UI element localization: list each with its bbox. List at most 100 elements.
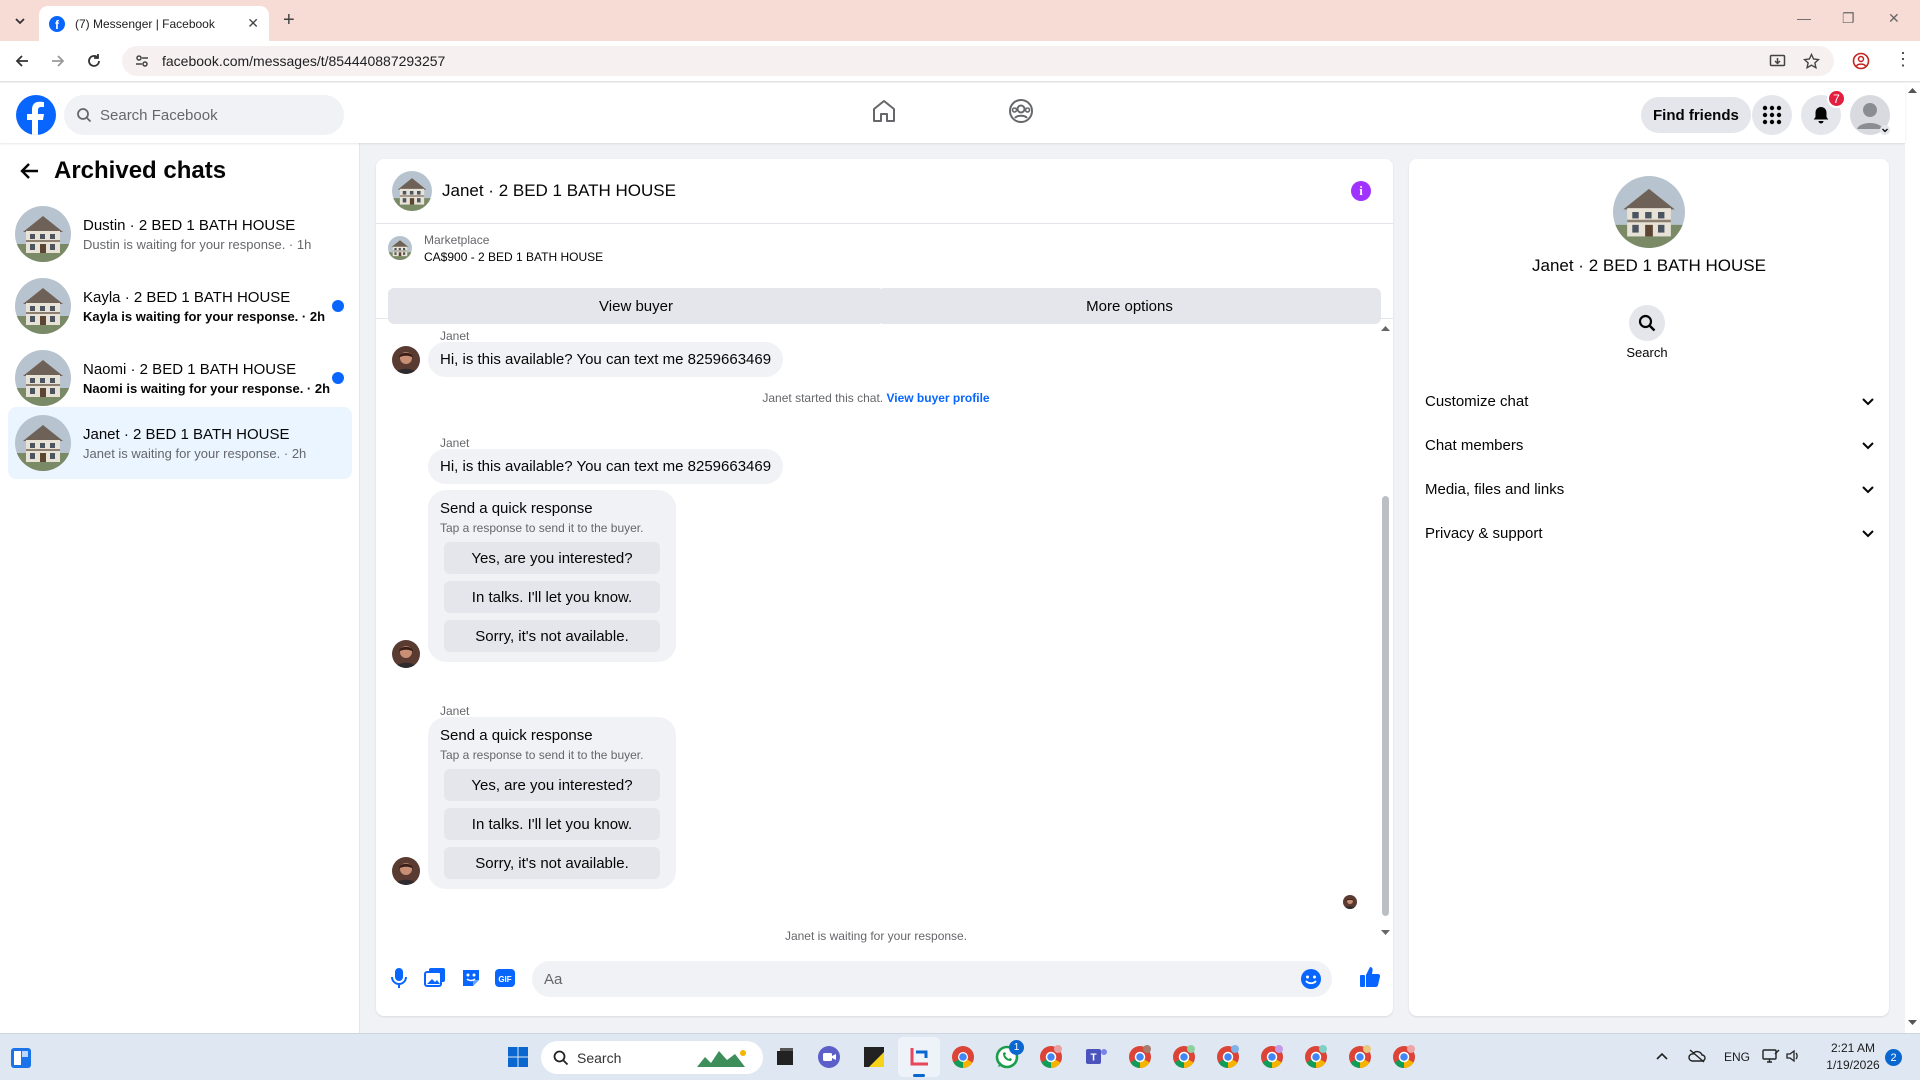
- sticker-icon[interactable]: [460, 967, 482, 989]
- browser-tab[interactable]: f (7) Messenger | Facebook ✕: [39, 6, 269, 41]
- quick-reply-not-available[interactable]: Sorry, it's not available.: [444, 847, 660, 879]
- onedrive-offline-icon[interactable]: [1688, 1048, 1706, 1064]
- section-privacy-support[interactable]: Privacy & support: [1425, 513, 1875, 553]
- chrome-profile-icon[interactable]: [1303, 1044, 1329, 1070]
- section-media-files-links[interactable]: Media, files and links: [1425, 469, 1875, 509]
- windows-start-icon[interactable]: [505, 1044, 531, 1070]
- scroll-down-icon[interactable]: [1381, 930, 1390, 936]
- emoji-icon[interactable]: [1300, 968, 1322, 990]
- message-input-container[interactable]: [532, 961, 1332, 997]
- sender-name: Janet: [440, 704, 470, 718]
- back-arrow-icon[interactable]: [13, 52, 31, 70]
- scroll-down-icon[interactable]: [1908, 1020, 1917, 1026]
- site-info-icon[interactable]: [134, 53, 150, 69]
- account-chevron-icon[interactable]: [1880, 125, 1890, 135]
- quick-reply-not-available[interactable]: Sorry, it's not available.: [444, 620, 660, 652]
- message-bubble[interactable]: Hi, is this available? You can text me 8…: [428, 342, 784, 377]
- notification-center-badge[interactable]: 2: [1885, 1049, 1902, 1066]
- chrome-profile-icon[interactable]: [1215, 1044, 1241, 1070]
- facebook-search-input[interactable]: [100, 106, 320, 124]
- tab-search-button[interactable]: [9, 10, 31, 32]
- microphone-icon[interactable]: [390, 967, 408, 989]
- show-hidden-icons-icon[interactable]: [1656, 1051, 1668, 1061]
- forward-arrow-icon[interactable]: [49, 52, 67, 70]
- listing-title[interactable]: CA$900 - 2 BED 1 BATH HOUSE: [424, 250, 603, 264]
- section-customize-chat[interactable]: Customize chat: [1425, 381, 1875, 421]
- chat-item-naomi[interactable]: Naomi · 2 BED 1 BATH HOUSE Naomi is wait…: [8, 342, 352, 414]
- quick-reply-yes[interactable]: Yes, are you interested?: [444, 542, 660, 574]
- home-icon[interactable]: [870, 97, 898, 125]
- sticky-notes-icon[interactable]: [861, 1044, 887, 1070]
- message-scrollbar[interactable]: [1378, 321, 1393, 941]
- gif-icon[interactable]: GIF: [494, 967, 516, 989]
- chrome-profile-icon[interactable]: [1171, 1044, 1197, 1070]
- chat-item-janet[interactable]: Janet · 2 BED 1 BATH HOUSE Janet is wait…: [8, 407, 352, 479]
- taskbar-search[interactable]: Search: [541, 1041, 763, 1074]
- menu-grid-button[interactable]: [1752, 95, 1792, 135]
- chrome-profile-icon[interactable]: [1259, 1044, 1285, 1070]
- view-buyer-profile-link[interactable]: View buyer profile: [886, 391, 989, 405]
- more-options-button[interactable]: More options: [878, 288, 1381, 324]
- page-scrollbar[interactable]: [1905, 83, 1920, 1033]
- tab-close-icon[interactable]: ✕: [247, 15, 259, 32]
- chevron-down-icon: [15, 18, 25, 25]
- composer: GIF: [376, 949, 1393, 1009]
- find-friends-button[interactable]: Find friends: [1641, 97, 1751, 133]
- window-close-icon[interactable]: ✕: [1888, 10, 1900, 27]
- language-indicator[interactable]: ENG: [1724, 1050, 1750, 1064]
- clock-date[interactable]: 1/19/2026: [1818, 1058, 1888, 1072]
- listing-avatar[interactable]: [392, 171, 432, 211]
- chrome-profile-icon[interactable]: [1347, 1044, 1373, 1070]
- facebook-logo-icon[interactable]: [16, 95, 56, 135]
- info-icon[interactable]: i: [1351, 181, 1371, 201]
- chat-item-dustin[interactable]: Dustin · 2 BED 1 BATH HOUSE Dustin is wa…: [8, 198, 352, 270]
- widgets-icon[interactable]: [10, 1047, 32, 1069]
- janet-avatar[interactable]: [392, 640, 420, 668]
- view-buyer-button[interactable]: View buyer: [388, 288, 884, 324]
- address-bar[interactable]: facebook.com/messages/t/854440887293257: [122, 46, 1834, 76]
- chrome-profile-icon[interactable]: [1038, 1044, 1064, 1070]
- janet-avatar[interactable]: [392, 346, 420, 374]
- chrome-profile-icon[interactable]: [1391, 1044, 1417, 1070]
- quick-reply-yes[interactable]: Yes, are you interested?: [444, 769, 660, 801]
- task-view-icon[interactable]: [772, 1044, 798, 1070]
- clock-time[interactable]: 2:21 AM: [1823, 1041, 1883, 1055]
- chat-item-kayla[interactable]: Kayla · 2 BED 1 BATH HOUSE Kayla is wait…: [8, 270, 352, 342]
- browser-menu-icon[interactable]: ⋮: [1894, 50, 1912, 68]
- listing-thumbnail[interactable]: [388, 236, 412, 260]
- scroll-up-icon[interactable]: [1381, 325, 1390, 331]
- reload-icon[interactable]: [85, 52, 103, 70]
- teams-icon[interactable]: T: [1083, 1044, 1109, 1070]
- snipping-tool-active[interactable]: [898, 1037, 940, 1077]
- thumbs-up-icon[interactable]: [1358, 965, 1382, 989]
- section-chat-members[interactable]: Chat members: [1425, 425, 1875, 465]
- scrollbar-thumb[interactable]: [1382, 496, 1389, 916]
- minimize-icon[interactable]: —: [1797, 10, 1811, 26]
- volume-icon[interactable]: [1785, 1048, 1801, 1064]
- profile-icon[interactable]: [1852, 52, 1870, 70]
- message-bubble[interactable]: Hi, is this available? You can text me 8…: [428, 449, 784, 484]
- scroll-up-icon[interactable]: [1908, 87, 1917, 93]
- facebook-search[interactable]: [64, 95, 344, 135]
- teams-meet-icon[interactable]: [816, 1044, 842, 1070]
- restore-icon[interactable]: ❐: [1842, 10, 1855, 27]
- chrome-icon[interactable]: [950, 1044, 976, 1070]
- details-search-button[interactable]: [1629, 305, 1665, 341]
- bell-icon: [1813, 107, 1829, 124]
- read-receipt-avatar: [1343, 895, 1357, 909]
- chrome-profile-icon[interactable]: [1127, 1044, 1153, 1070]
- janet-avatar[interactable]: [392, 857, 420, 885]
- photo-icon[interactable]: [424, 967, 446, 987]
- conversation-title[interactable]: Janet · 2 BED 1 BATH HOUSE: [442, 181, 676, 201]
- new-tab-button[interactable]: +: [283, 9, 295, 32]
- unread-dot-icon: [332, 372, 344, 384]
- quick-reply-in-talks[interactable]: In talks. I'll let you know.: [444, 808, 660, 840]
- back-arrow-icon[interactable]: [20, 161, 40, 181]
- install-app-icon[interactable]: [1769, 53, 1786, 70]
- listing-avatar[interactable]: [1613, 176, 1685, 248]
- message-input[interactable]: [544, 970, 1284, 988]
- groups-icon[interactable]: [1007, 97, 1035, 125]
- bookmark-star-icon[interactable]: [1803, 53, 1820, 70]
- network-icon[interactable]: [1762, 1048, 1780, 1064]
- quick-reply-in-talks[interactable]: In talks. I'll let you know.: [444, 581, 660, 613]
